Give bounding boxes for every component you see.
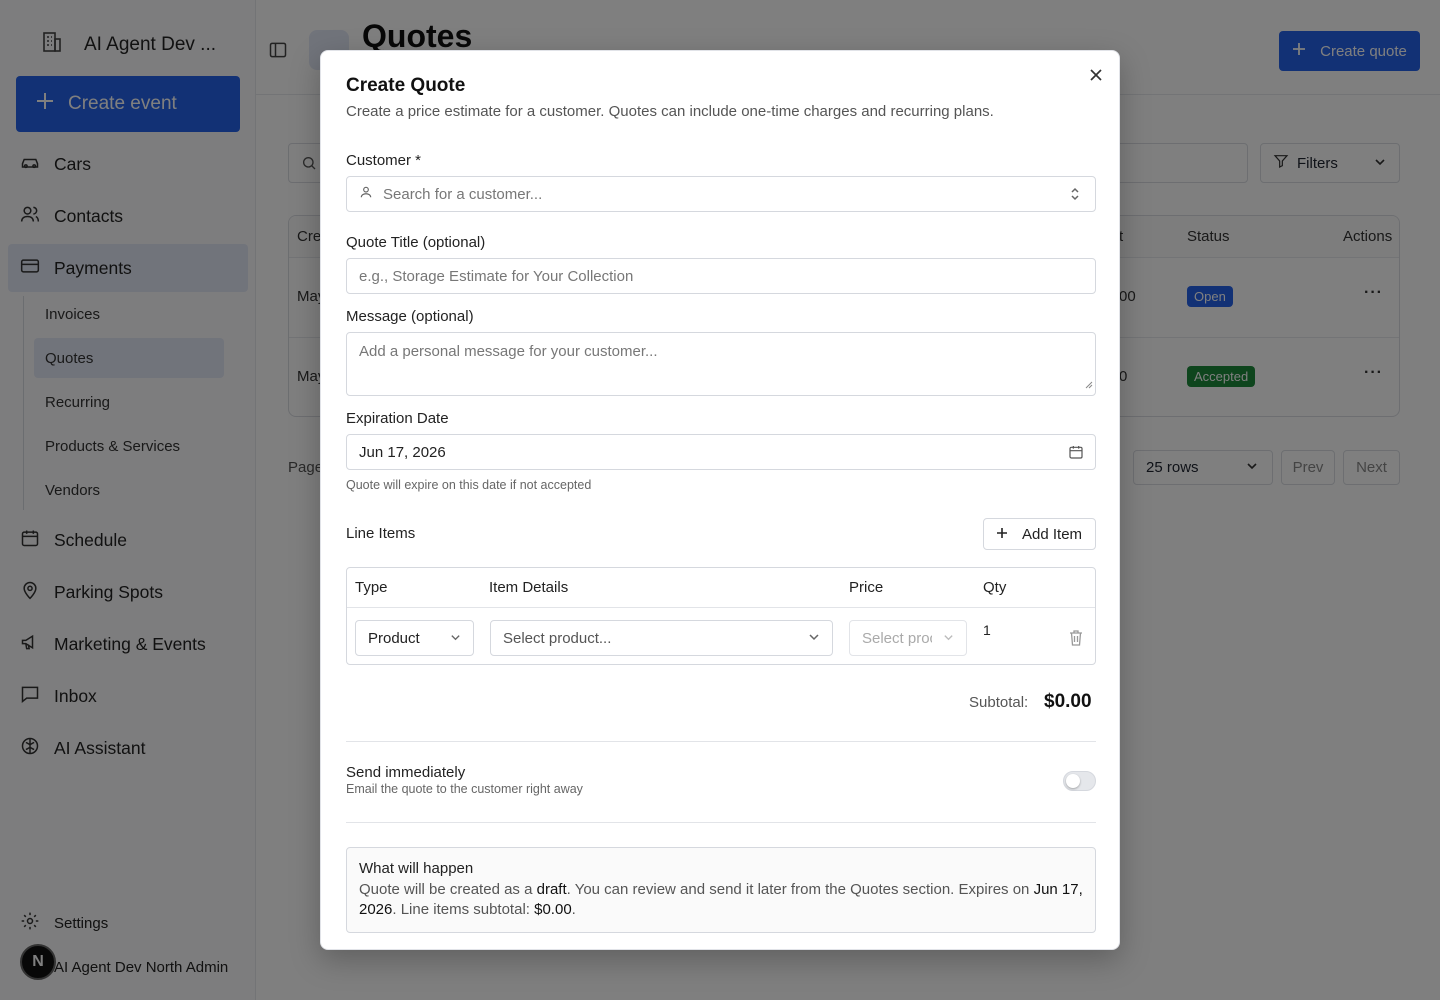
trash-icon[interactable] — [1069, 630, 1083, 651]
type-select-value: Product — [368, 629, 420, 647]
expiration-date-picker[interactable]: Jun 17, 2026 — [346, 434, 1096, 470]
dialog-title: Create Quote — [346, 75, 466, 96]
line-items-table: Type Item Details Price Qty Product Sele… — [346, 567, 1096, 665]
customer-search-combobox[interactable]: Search for a customer... — [346, 176, 1096, 212]
product-select-placeholder: Select product... — [503, 629, 612, 647]
plus-icon — [996, 526, 1008, 543]
calendar-icon — [1068, 444, 1084, 464]
subtotal-label: Subtotal: — [969, 694, 1029, 711]
toggle-knob — [1066, 774, 1080, 788]
divider — [346, 741, 1096, 742]
add-item-button[interactable]: Add Item — [983, 518, 1096, 550]
line-items-label: Line Items — [346, 525, 416, 542]
info-text: . — [571, 901, 576, 918]
message-textarea[interactable]: Add a personal message for your customer… — [346, 332, 1096, 396]
col-header-qty: Qty — [983, 579, 1007, 596]
send-immediately-description: Email the quote to the customer right aw… — [346, 782, 583, 796]
type-select[interactable]: Product — [355, 620, 474, 656]
create-quote-dialog: Create Quote Create a price estimate for… — [320, 50, 1120, 950]
info-text: . Line items subtotal: — [392, 901, 535, 918]
chevron-down-icon — [450, 630, 461, 647]
send-immediately-toggle[interactable] — [1063, 771, 1096, 791]
info-text: . You can review and send it later from … — [566, 881, 1034, 898]
price-select-placeholder: Select proc — [862, 629, 932, 647]
chevron-down-icon — [943, 630, 954, 647]
expiration-hint: Quote will expire on this date if not ac… — [346, 478, 592, 492]
info-subtotal: $0.00 — [534, 901, 572, 918]
resize-handle-icon[interactable] — [1084, 376, 1093, 393]
close-icon[interactable] — [1089, 68, 1105, 84]
expiration-value: Jun 17, 2026 — [359, 443, 446, 461]
info-body: Quote will be created as a draft. You ca… — [359, 880, 1083, 920]
quote-title-label: Quote Title (optional) — [346, 234, 486, 251]
customer-placeholder: Search for a customer... — [383, 185, 543, 203]
product-select[interactable]: Select product... — [490, 620, 833, 656]
send-immediately-label: Send immediately — [346, 764, 466, 781]
col-header-price: Price — [849, 579, 884, 596]
col-header-item-details: Item Details — [489, 579, 569, 596]
info-text: Quote will be created as a — [359, 881, 537, 898]
info-draft: draft — [536, 881, 567, 898]
message-placeholder: Add a personal message for your customer… — [359, 343, 658, 360]
message-label: Message (optional) — [346, 308, 474, 325]
expiration-label: Expiration Date — [346, 410, 449, 427]
info-title: What will happen — [359, 860, 474, 877]
col-header-type: Type — [355, 579, 388, 596]
add-item-label: Add Item — [1022, 525, 1083, 543]
subtotal-value: $0.00 — [1044, 691, 1092, 712]
dialog-description: Create a price estimate for a customer. … — [346, 103, 994, 120]
user-icon — [359, 185, 373, 203]
customer-label: Customer * — [346, 152, 422, 169]
quote-title-placeholder: e.g., Storage Estimate for Your Collecti… — [359, 267, 634, 285]
chevron-down-icon — [808, 630, 820, 647]
quote-title-input[interactable]: e.g., Storage Estimate for Your Collecti… — [346, 258, 1096, 294]
price-select[interactable]: Select proc — [849, 620, 967, 656]
divider — [346, 822, 1096, 823]
chevrons-up-down-icon — [1069, 187, 1081, 205]
what-will-happen-panel: What will happen Quote will be created a… — [346, 847, 1096, 933]
qty-input[interactable]: 1 — [983, 622, 991, 638]
